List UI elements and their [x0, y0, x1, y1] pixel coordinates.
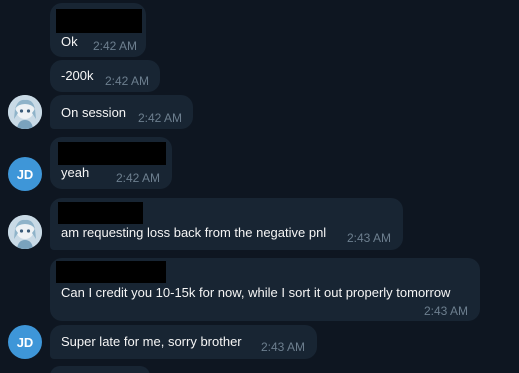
anime-avatar-icon[interactable]: [8, 95, 42, 129]
message-bubble[interactable]: am requesting loss back from the negativ…: [50, 198, 403, 250]
message-bubble[interactable]: -200k 2:42 AM: [50, 60, 160, 92]
message-timestamp: 2:42 AM: [116, 171, 161, 185]
message-text: On session: [61, 105, 127, 120]
message-text: yeah: [61, 165, 90, 180]
avatar-initials: JD: [16, 334, 34, 350]
message-text: am requesting loss back from the negativ…: [61, 225, 327, 240]
message-text: Can I credit you 10-15k for now, while I…: [61, 285, 451, 300]
message-timestamp: 2:43 AM: [261, 340, 306, 354]
chat-message-list[interactable]: Ok 2:42 AM -200k 2:42 AM On session 2:42…: [0, 0, 519, 373]
jd-avatar[interactable]: JD: [8, 157, 42, 191]
message-timestamp: 2:42 AM: [93, 39, 138, 53]
message-bubble[interactable]: Super late for me, sorry brother 2:43 AM: [50, 325, 317, 359]
message-bubble[interactable]: [50, 366, 150, 373]
jd-avatar[interactable]: JD: [8, 325, 42, 359]
message-text: Super late for me, sorry brother: [61, 334, 242, 349]
redacted-sender-name: [56, 261, 166, 283]
message-timestamp: 2:43 AM: [424, 304, 469, 318]
redacted-sender-name: [56, 9, 142, 33]
anime-avatar-icon[interactable]: [8, 215, 42, 249]
message-timestamp: 2:42 AM: [105, 74, 150, 88]
message-text: -200k: [61, 68, 94, 83]
message-bubble[interactable]: yeah 2:42 AM: [50, 137, 172, 189]
message-text: Ok: [61, 34, 78, 49]
message-timestamp: 2:42 AM: [138, 111, 183, 125]
message-bubble[interactable]: On session 2:42 AM: [50, 95, 193, 129]
message-timestamp: 2:43 AM: [347, 231, 392, 245]
avatar-initials: JD: [16, 166, 34, 182]
message-bubble[interactable]: Can I credit you 10-15k for now, while I…: [50, 258, 480, 321]
redacted-sender-name: [58, 142, 166, 165]
message-bubble[interactable]: Ok 2:42 AM: [50, 3, 146, 57]
redacted-sender-name: [58, 202, 143, 224]
